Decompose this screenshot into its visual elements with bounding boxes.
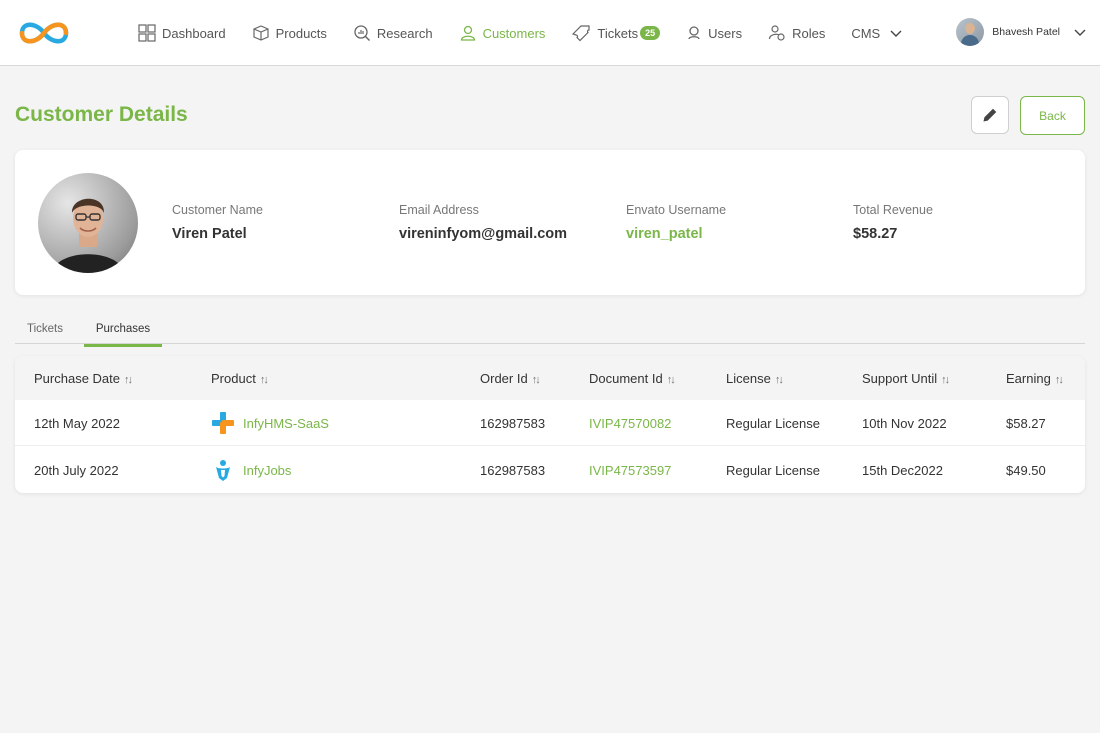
header-label: Purchase Date [34,371,120,386]
header-label: Order Id [480,371,528,386]
customer-name-label: Customer Name [172,203,263,217]
nav-label: Roles [792,25,826,41]
earning-cell: $49.50 [1006,463,1046,478]
email-label: Email Address [399,203,479,217]
product-link[interactable]: InfyJobs [243,463,291,478]
product-cell: InfyHMS-SaaS [211,411,329,435]
users-icon [688,26,700,40]
research-icon [354,25,370,42]
nav-label: Dashboard [162,25,226,41]
nav-label: CMS [851,25,881,41]
nav-customers[interactable]: Customers [459,24,546,42]
nav-label: Users [708,25,743,41]
header-label: Support Until [862,371,938,386]
box-icon [253,25,269,41]
sort-icon: ↑↓ [124,374,133,386]
pencil-icon [983,108,997,122]
ticket-icon [572,25,591,42]
column-header-purchase-date[interactable]: Purchase Date ↑↓ [34,371,133,386]
column-header-product[interactable]: Product ↑↓ [211,371,269,386]
nav-tickets[interactable]: Tickets 25 [571,24,661,42]
total-revenue-label: Total Revenue [853,203,933,217]
purchases-table: Purchase Date ↑↓ Product ↑↓ Order Id ↑↓ Doc… [15,356,1085,493]
infyhms-logo-icon [212,412,234,434]
header-label: Earning [1006,371,1051,386]
table-row: 20th July 2022 InfyJobs 162987583 IVIP47… [15,447,1085,493]
license-cell: Regular License [726,463,820,478]
nav-dashboard[interactable]: Dashboard [138,24,226,42]
nav-label: Products [275,25,327,41]
total-revenue-block: Total Revenue $58.27 [853,203,933,242]
header-label: Document Id [589,371,663,386]
detail-tabs: Tickets Purchases [15,320,1085,347]
nav-label: Tickets [597,25,639,41]
order-id-cell: 162987583 [480,463,546,478]
sort-icon: ↑↓ [531,374,541,386]
sort-icon: ↑↓ [1054,374,1064,386]
customer-profile-card: Customer Name Viren Patel Email Address … [15,150,1085,295]
user-name: Bhavesh Patel [992,26,1060,38]
customer-name-block: Customer Name Viren Patel [172,203,263,242]
edit-button[interactable] [971,96,1009,134]
column-header-order-id[interactable]: Order Id ↑↓ [480,371,541,386]
table-row: 12th May 2022 InfyHMS-SaaS 162987583 IVI… [15,400,1085,446]
chevron-down-icon [890,30,902,37]
support-until-cell: 15th Dec2022 [862,463,943,478]
document-id-link[interactable]: IVIP47570082 [589,416,671,431]
product-cell: InfyJobs [211,458,291,482]
roles-icon [768,25,785,41]
document-id-link[interactable]: IVIP47573597 [589,463,671,478]
nav-roles[interactable]: Roles [768,24,825,42]
header-label: License [726,371,771,386]
product-link[interactable]: InfyHMS-SaaS [243,416,329,431]
nav-label: Customers [482,25,546,41]
envato-username-link[interactable]: viren_patel [626,226,726,242]
total-revenue-value: $58.27 [853,226,898,242]
email-value: vireninfyom@gmail.com [399,226,568,242]
email-block: Email Address vireninfyom@gmail.com [399,203,567,242]
dashboard-icon [138,24,156,42]
tab-purchases[interactable]: Purchases [84,323,162,347]
column-header-license[interactable]: License ↑↓ [726,371,784,386]
sort-icon: ↑↓ [941,374,950,386]
tickets-count-badge: 25 [640,26,661,40]
customer-photo [38,173,138,273]
avatar [956,18,985,46]
nav-research[interactable]: Research [353,24,433,42]
sort-icon: ↑↓ [259,374,269,386]
purchase-date-cell: 20th July 2022 [34,463,119,478]
header-label: Product [211,371,256,386]
license-cell: Regular License [726,416,820,431]
user-menu[interactable]: Bhavesh Patel [956,18,1086,46]
sort-icon: ↑↓ [666,374,676,386]
table-header: Purchase Date ↑↓ Product ↑↓ Order Id ↑↓ Doc… [15,356,1085,400]
envato-username-block: Envato Username viren_patel [626,203,726,242]
main-nav: Dashboard Products Research Customers Ti… [138,20,902,46]
purchase-date-cell: 12th May 2022 [34,416,121,431]
user-icon [460,25,475,41]
back-button[interactable]: Back [1020,96,1085,135]
earning-cell: $58.27 [1006,416,1046,431]
tab-tickets[interactable]: Tickets [27,323,63,344]
nav-users[interactable]: Users [686,24,742,42]
customer-portrait-icon [52,198,124,273]
customer-name: Viren Patel [172,226,247,242]
envato-username-label: Envato Username [626,203,727,217]
support-until-cell: 10th Nov 2022 [862,416,947,431]
infyom-logo[interactable] [14,16,74,50]
page-title: Customer Details [15,103,188,126]
column-header-earning[interactable]: Earning ↑↓ [1006,371,1064,386]
top-navbar: Dashboard Products Research Customers Ti… [0,0,1100,66]
nav-products[interactable]: Products [252,24,327,42]
nav-label: Research [376,25,433,41]
chevron-down-icon [1074,29,1086,36]
sort-icon: ↑↓ [774,374,784,386]
order-id-cell: 162987583 [480,416,546,431]
column-header-document-id[interactable]: Document Id ↑↓ [589,371,676,386]
nav-cms-dropdown[interactable]: CMS [851,26,902,41]
column-header-support-until[interactable]: Support Until ↑↓ [862,371,950,386]
infyjobs-logo-icon [216,460,230,481]
